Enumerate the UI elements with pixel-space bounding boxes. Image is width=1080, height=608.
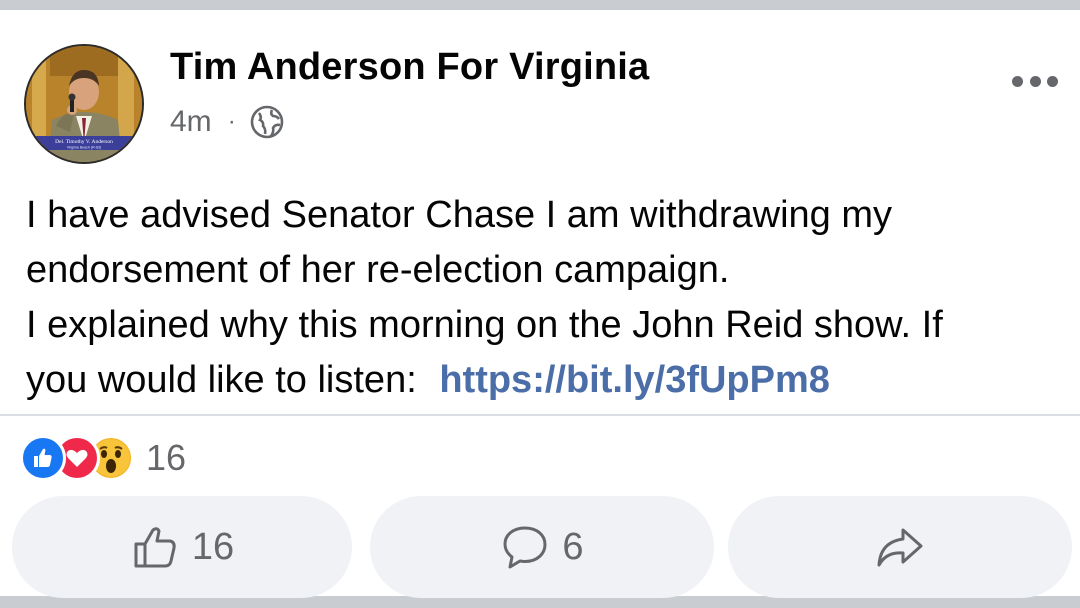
like-reaction-icon	[20, 435, 66, 481]
like-count: 16	[191, 525, 235, 568]
avatar-photo: Del. Timothy V. Anderson Virginia Beach …	[26, 46, 142, 162]
comment-bubble-icon	[500, 522, 550, 572]
author-name[interactable]: Tim Anderson For Virginia	[170, 46, 649, 89]
post-text-line: I explained why this morning on the John…	[26, 304, 943, 346]
like-button[interactable]: 16	[12, 496, 352, 598]
more-dot	[1029, 75, 1041, 87]
meta-separator: ·	[227, 108, 236, 135]
reaction-count: 16	[146, 437, 187, 478]
post-meta: 4m ·	[170, 102, 284, 142]
avatar-caption-line2: Virginia Beach (R-83)	[67, 146, 101, 150]
thumbs-up-icon	[130, 522, 180, 572]
more-dot	[1047, 75, 1058, 87]
more-horizontal-icon[interactable]	[1012, 66, 1058, 96]
more-dot	[1012, 75, 1023, 87]
post-text-line-with-link: you would like to listen: https://bit.ly…	[26, 353, 1066, 408]
comment-count: 6	[562, 525, 584, 568]
post-text-line: I have advised Senator Chase I am withdr…	[26, 194, 892, 236]
share-icon	[875, 522, 925, 572]
reactions-summary[interactable]: 16	[20, 434, 186, 482]
divider	[0, 414, 1080, 416]
share-button[interactable]	[728, 496, 1072, 598]
post-text-line: you would like to listen:	[26, 359, 428, 401]
avatar-caption-line1: Del. Timothy V. Anderson	[55, 139, 113, 145]
post-link[interactable]: https://bit.ly/3fUpPm8	[439, 359, 830, 401]
post-card: Del. Timothy V. Anderson Virginia Beach …	[0, 10, 1080, 598]
comment-button[interactable]: 6	[370, 496, 714, 598]
globe-icon[interactable]	[250, 105, 284, 139]
author-avatar[interactable]: Del. Timothy V. Anderson Virginia Beach …	[24, 44, 144, 164]
post-timestamp[interactable]: 4m	[170, 105, 212, 139]
post-text-line: endorsement of her re-election campaign.	[26, 249, 730, 291]
post-body: I have advised Senator Chase I am withdr…	[26, 188, 1066, 408]
